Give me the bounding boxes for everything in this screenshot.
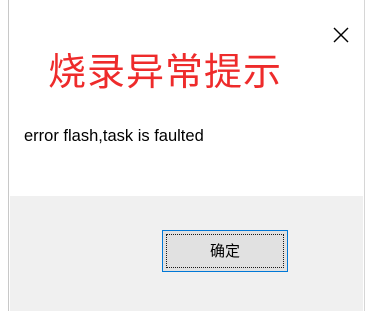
close-icon (333, 27, 349, 43)
right-window-edge (364, 0, 369, 311)
ok-button[interactable]: 确定 (162, 230, 288, 272)
close-button[interactable] (324, 18, 358, 52)
ok-button-label: 确定 (209, 242, 240, 260)
message-dialog: 烧录异常提示 error flash,task is faulted 确定 (0, 0, 369, 311)
dialog-message: error flash,task is faulted (24, 127, 204, 145)
left-window-edge (0, 0, 9, 311)
dialog-heading: 烧录异常提示 (48, 50, 283, 94)
